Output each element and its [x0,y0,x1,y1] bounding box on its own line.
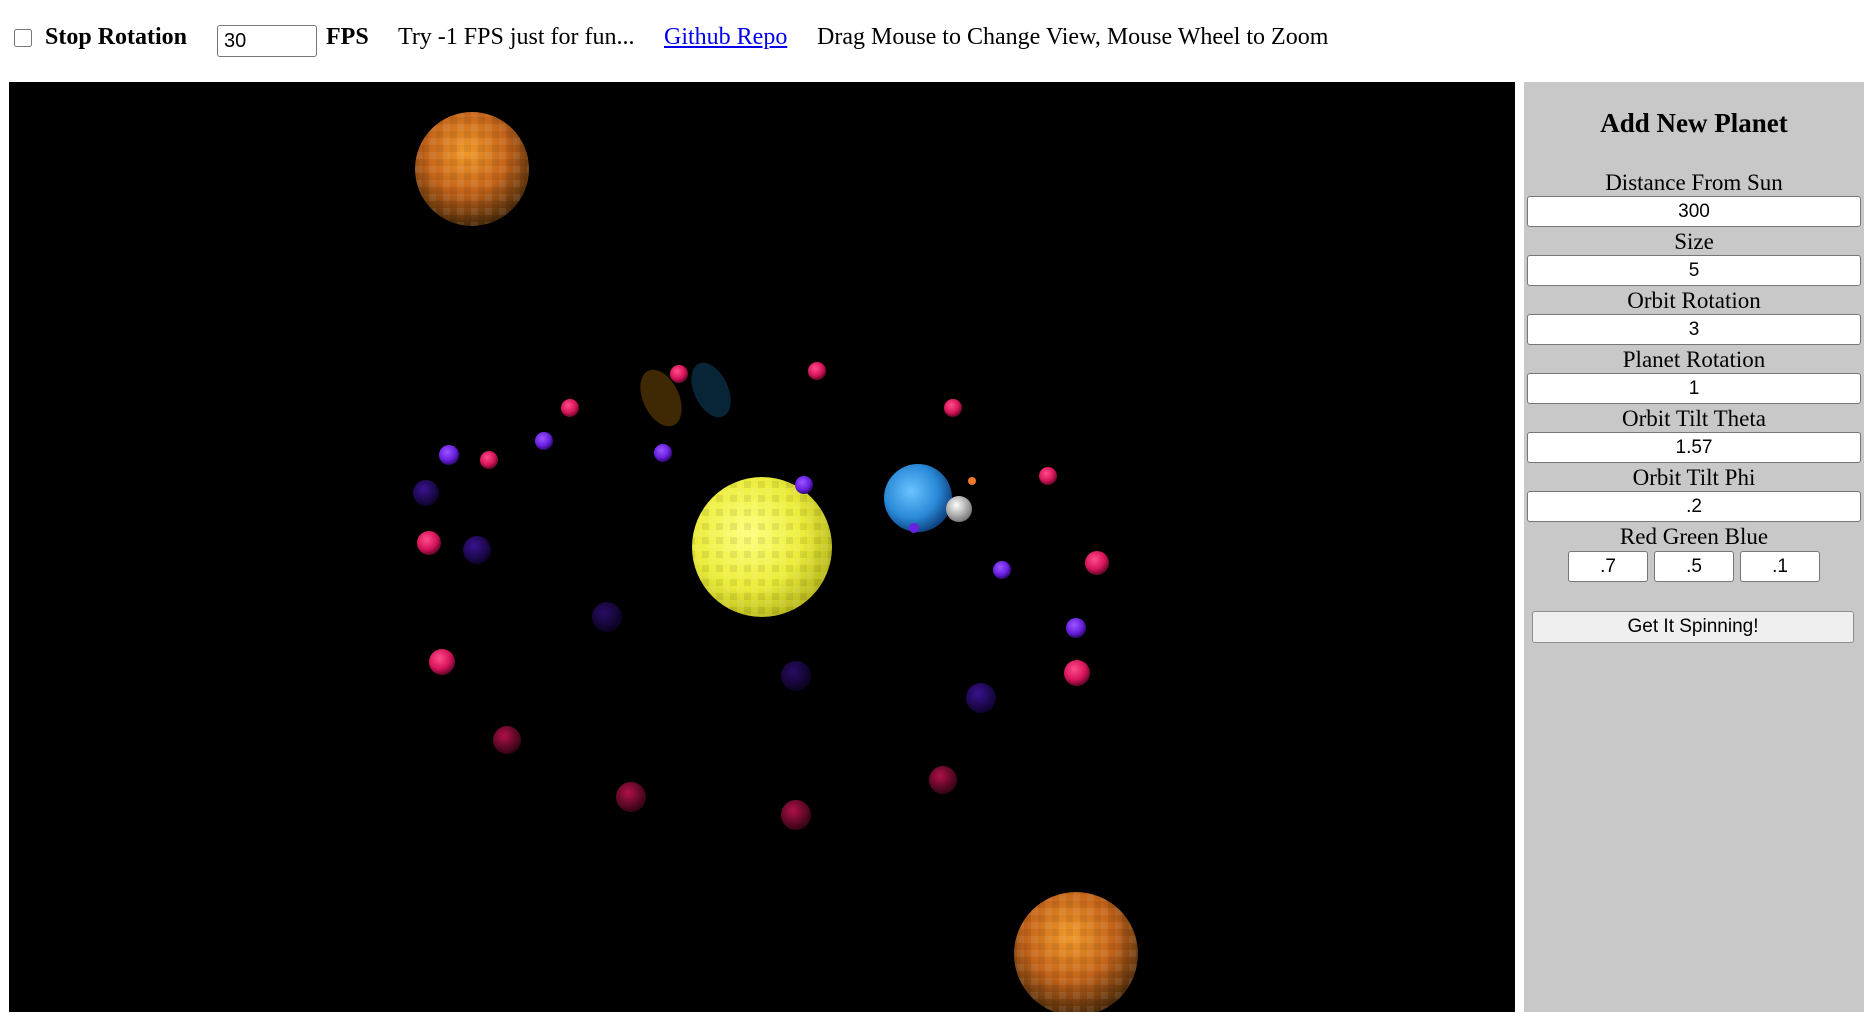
orbit-tilt-phi-label: Orbit Tilt Phi [1632,465,1756,490]
github-repo-link[interactable]: Github Repo [664,24,787,51]
view-instructions-text: Drag Mouse to Change View, Mouse Wheel t… [817,24,1329,50]
tiny-orange-moon [968,477,976,485]
orbit-tilt-theta-label: Orbit Tilt Theta [1622,406,1766,431]
faint-blue-ellipse [691,362,731,418]
size-field: Size [1527,228,1861,286]
moon [946,496,972,522]
stop-rotation-checkbox[interactable] [14,29,32,47]
rgb-field: Red Green Blue [1527,523,1861,550]
green-input[interactable] [1654,551,1734,582]
solar-system-canvas[interactable] [9,82,1515,1012]
orbit-rotation-field: Orbit Rotation [1527,287,1861,345]
panel-title: Add New Planet [1600,108,1788,138]
orbit-tilt-phi-field: Orbit Tilt Phi [1527,464,1861,522]
distance-label: Distance From Sun [1605,170,1783,195]
get-it-spinning-button[interactable]: Get It Spinning! [1532,611,1854,643]
planet-rotation-field: Planet Rotation [1527,346,1861,404]
fps-input[interactable] [217,25,317,57]
blue-planet [884,464,952,532]
red-input[interactable] [1568,551,1648,582]
orbit-rotation-label: Orbit Rotation [1627,288,1761,313]
orange-planet-top [415,112,529,226]
distance-input[interactable] [1527,196,1861,227]
add-planet-panel: Add New Planet Distance From Sun Size Or… [1524,82,1864,1012]
rgb-label: Red Green Blue [1619,524,1769,549]
planet-rotation-label: Planet Rotation [1622,347,1766,372]
orbit-rotation-input[interactable] [1527,314,1861,345]
planet-rotation-input[interactable] [1527,373,1861,404]
orange-planet-bottom [1014,892,1138,1012]
size-input[interactable] [1527,255,1861,286]
rgb-inputs [1524,551,1864,582]
distance-field: Distance From Sun [1527,169,1861,227]
tiny-purple-dot [909,523,919,533]
stop-rotation-label[interactable]: Stop Rotation [45,24,187,51]
orbit-tilt-theta-field: Orbit Tilt Theta [1527,405,1861,463]
top-toolbar: Stop Rotation FPS Try -1 FPS just for fu… [0,0,1864,82]
sun [692,477,832,617]
orbit-tilt-phi-input[interactable] [1527,491,1861,522]
orbit-tilt-theta-input[interactable] [1527,432,1861,463]
solar-system-render[interactable] [9,82,1515,1012]
blue-input[interactable] [1740,551,1820,582]
fps-hint-text: Try -1 FPS just for fun... [398,24,635,50]
fps-label: FPS [326,24,369,50]
size-label: Size [1674,229,1714,254]
